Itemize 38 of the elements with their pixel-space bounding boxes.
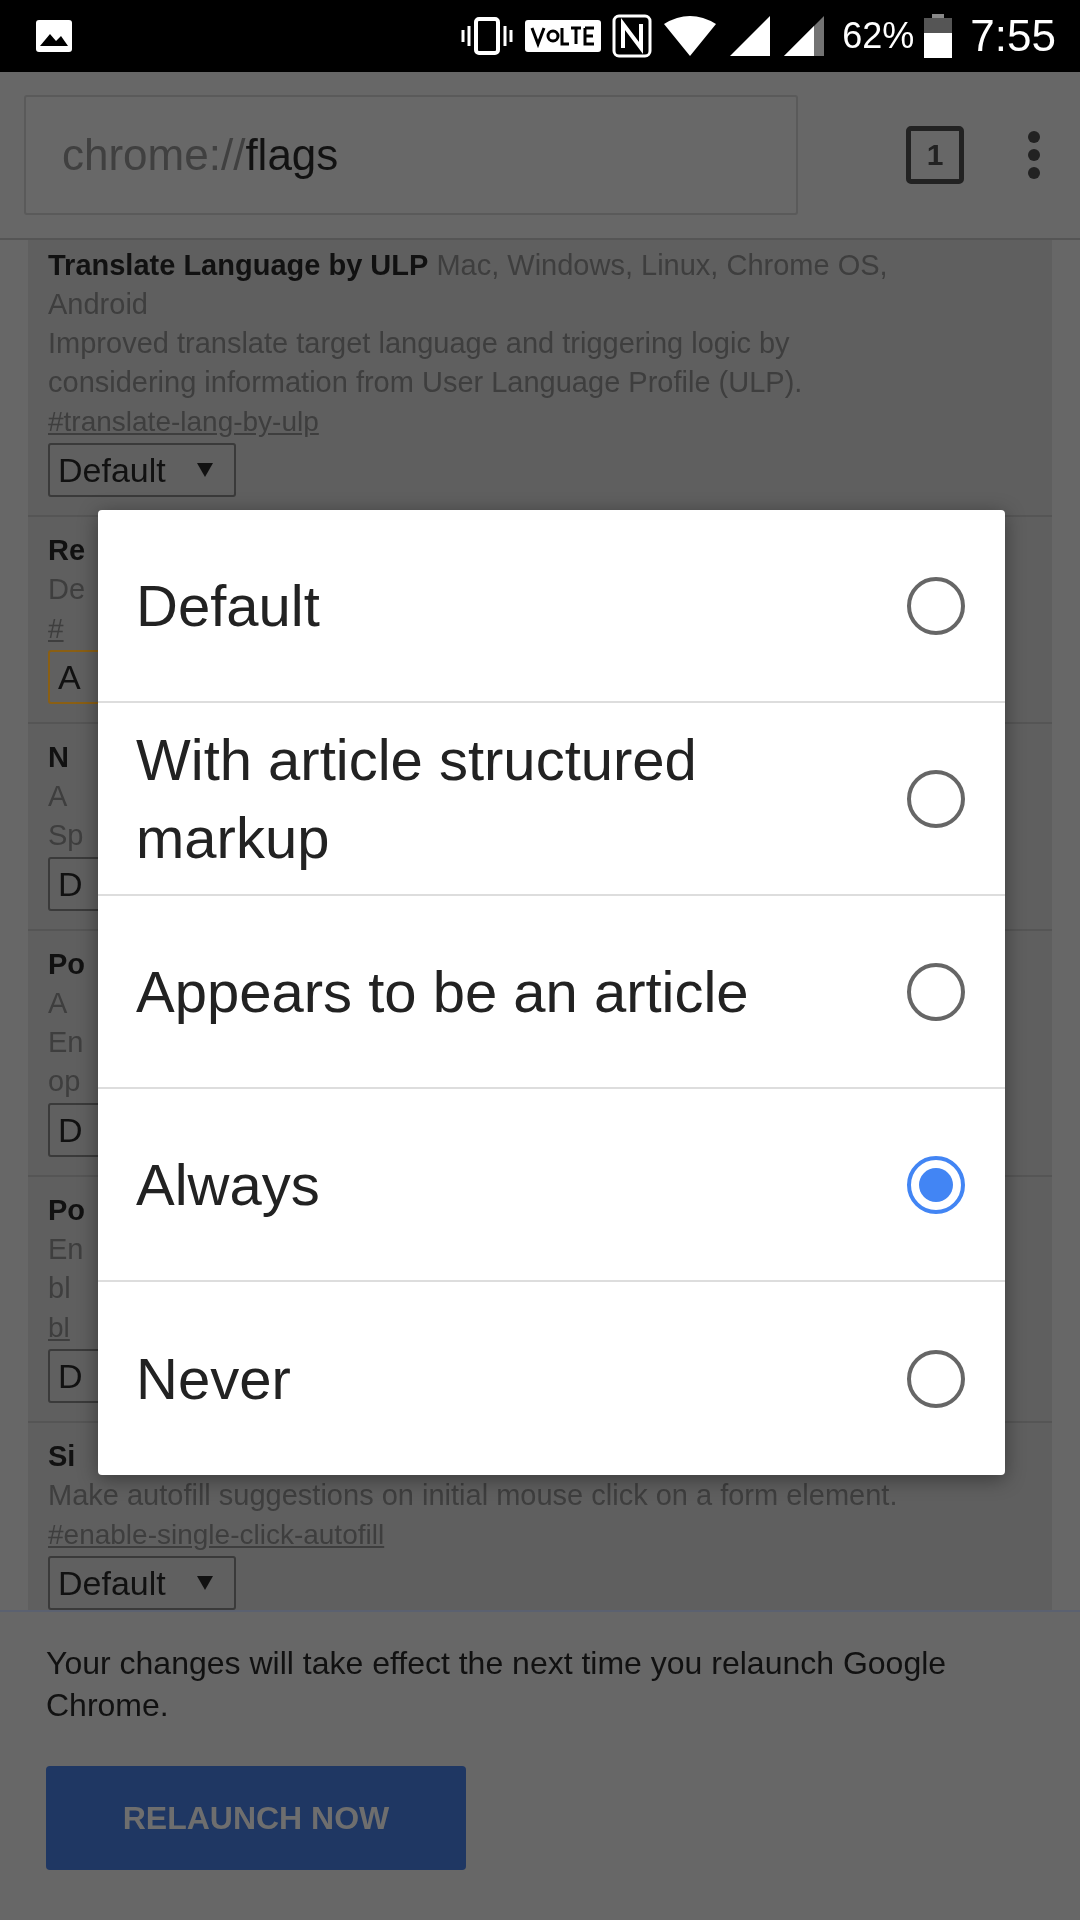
option-label: With article structured markup xyxy=(136,725,698,872)
flag-select[interactable]: Default xyxy=(48,443,236,497)
battery-percent: 62% xyxy=(842,15,915,57)
option-label: Appears to be an article xyxy=(136,957,750,1026)
option-item[interactable]: Appears to be an article xyxy=(98,896,1005,1089)
image-icon xyxy=(34,18,74,54)
flag-title: Po xyxy=(48,948,86,980)
radio-selected-icon[interactable] xyxy=(905,1153,967,1216)
signal-icon xyxy=(728,14,773,58)
dropdown-arrow-icon xyxy=(196,462,214,478)
signal-icon xyxy=(782,14,827,58)
relaunch-button[interactable]: RELAUNCH NOW xyxy=(46,1766,466,1870)
option-item[interactable]: Never xyxy=(98,1282,1005,1475)
flag-title: Si xyxy=(48,1440,76,1472)
relaunch-message: Your changes will take effect the next time you relaunch Google Chrome. xyxy=(46,1644,948,1725)
radio-icon[interactable] xyxy=(905,1347,967,1410)
nfc-icon xyxy=(612,14,653,58)
tab-switcher-button[interactable]: 1 xyxy=(906,126,964,184)
flag-title: Re xyxy=(48,534,86,566)
flag-select[interactable]: Default xyxy=(48,1556,236,1610)
option-item[interactable]: Always xyxy=(98,1089,1005,1282)
flag-link[interactable]: # xyxy=(48,609,64,648)
flag-title: Po xyxy=(48,1194,86,1226)
radio-icon[interactable] xyxy=(905,767,967,830)
clock: 7:55 xyxy=(970,11,1056,61)
radio-icon[interactable] xyxy=(905,574,967,637)
wifi-icon xyxy=(662,14,719,58)
vibrate-icon xyxy=(460,16,515,56)
flag-title: N xyxy=(48,741,69,773)
radio-icon[interactable] xyxy=(905,960,967,1023)
option-label: Never xyxy=(136,1344,292,1413)
dropdown-arrow-icon xyxy=(196,1575,214,1591)
option-item[interactable]: Default xyxy=(98,510,1005,703)
option-item[interactable]: With article structured markup xyxy=(98,703,1005,896)
option-label: Default xyxy=(136,571,321,640)
address-bar[interactable]: chrome://flags xyxy=(24,95,798,215)
battery-icon xyxy=(924,14,953,58)
option-label: Always xyxy=(136,1150,321,1219)
